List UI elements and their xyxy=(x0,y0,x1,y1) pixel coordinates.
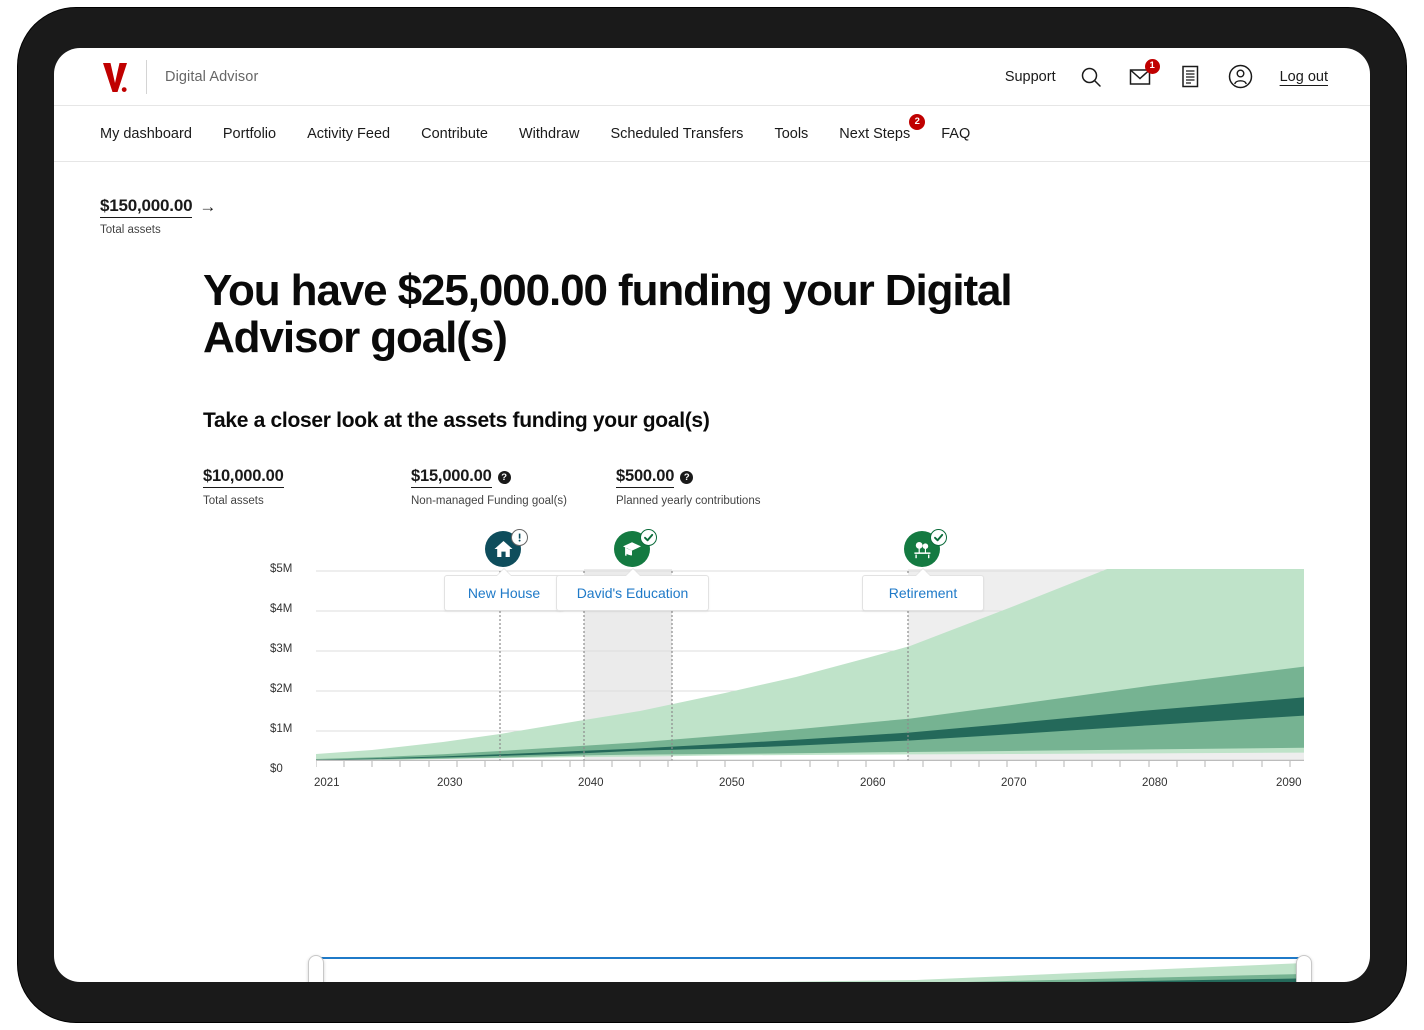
goal-icon-wrap[interactable] xyxy=(904,529,947,569)
nav-item-next-steps[interactable]: Next Steps 2 xyxy=(839,113,926,148)
nav-label: Withdraw xyxy=(519,125,580,142)
support-link[interactable]: Support xyxy=(1005,69,1056,85)
y-axis-tick-2m: $2M xyxy=(270,683,293,696)
nav-item-faq[interactable]: FAQ xyxy=(941,120,970,148)
nav-item-activity-feed[interactable]: Activity Feed xyxy=(307,120,390,148)
nav-label: Activity Feed xyxy=(307,125,391,142)
nav-label: FAQ xyxy=(941,125,971,142)
goal-label-retirement[interactable]: Retirement xyxy=(862,568,984,612)
help-icon[interactable]: ? xyxy=(680,471,694,485)
next-steps-badge: 2 xyxy=(909,113,926,130)
nav-label: My dashboard xyxy=(100,125,192,142)
tablet-bezel: Digital Advisor Support 1 Log out My das… xyxy=(18,8,1406,1022)
y-axis-tick-0: $0 xyxy=(270,763,283,776)
mail-badge: 1 xyxy=(1144,58,1160,74)
app-name: Digital Advisor xyxy=(165,68,259,85)
x-axis-tick-2040: 2040 xyxy=(578,777,604,790)
nav-label: Portfolio xyxy=(222,125,277,142)
year-range-slider[interactable]: 2021 2091 xyxy=(308,955,1312,982)
page-title: You have $25,000.00 funding your Digital… xyxy=(203,266,1013,362)
stat-planned-contributions: $500.00 ? Planned yearly contributions xyxy=(616,467,760,507)
stat-label: Non-managed Funding goal(s) xyxy=(411,495,567,508)
nav-label: Scheduled Transfers xyxy=(610,125,744,142)
nav-label: Tools xyxy=(774,125,809,142)
tablet-screen: Digital Advisor Support 1 Log out My das… xyxy=(54,48,1370,982)
search-icon[interactable] xyxy=(1076,62,1106,92)
nav-label: Contribute xyxy=(421,125,488,142)
nav-item-tools[interactable]: Tools xyxy=(774,120,808,148)
x-axis-tick-2021: 2021 xyxy=(314,777,340,790)
profile-icon[interactable] xyxy=(1226,62,1256,92)
main-nav: My dashboard Portfolio Activity Feed Con… xyxy=(54,106,1370,162)
x-axis-tick-2090: 2090 xyxy=(1276,777,1302,790)
y-axis-tick-5m: $5M xyxy=(270,563,293,576)
goal-marker-davids-education[interactable]: David's Education xyxy=(556,529,709,612)
x-axis-tick-2080: 2080 xyxy=(1142,777,1168,790)
arrow-right-icon: → xyxy=(199,197,217,216)
goal-label-davids-education[interactable]: David's Education xyxy=(556,568,709,612)
total-assets-summary[interactable]: $150,000.00 → Total assets xyxy=(100,196,1324,236)
stat-value[interactable]: $15,000.00 xyxy=(411,467,492,489)
projection-chart: $5M $4M $3M $2M $1M $0 2021 2030 2040 20… xyxy=(100,529,1324,941)
x-axis-ticks xyxy=(316,761,1291,768)
stat-label: Total assets xyxy=(203,495,264,508)
stat-value[interactable]: $500.00 xyxy=(616,467,674,489)
nav-item-contribute[interactable]: Contribute xyxy=(421,120,488,148)
total-assets-label: Total assets xyxy=(100,224,161,236)
nav-item-my-dashboard[interactable]: My dashboard xyxy=(100,120,192,148)
warning-badge-icon xyxy=(511,529,528,547)
x-axis-tick-2060: 2060 xyxy=(860,777,886,790)
x-axis-tick-2050: 2050 xyxy=(719,777,745,790)
total-assets-value[interactable]: $150,000.00 xyxy=(100,196,193,218)
header-actions: Support 1 Log out xyxy=(1005,58,1328,92)
stats-row: $10,000.00 Total assets $15,000.00 ? Non… xyxy=(203,467,1324,507)
goal-icon-wrap[interactable] xyxy=(485,529,528,569)
nav-item-portfolio[interactable]: Portfolio xyxy=(223,120,276,148)
y-axis-tick-3m: $3M xyxy=(270,643,293,656)
goal-marker-retirement[interactable]: Retirement xyxy=(862,529,984,612)
logout-link[interactable]: Log out xyxy=(1280,69,1328,85)
vanguard-logo-icon[interactable] xyxy=(100,61,130,93)
x-axis-tick-2070: 2070 xyxy=(1001,777,1027,790)
section-subheading: Take a closer look at the assets funding… xyxy=(203,409,710,433)
check-badge-icon xyxy=(930,529,947,547)
app-header: Digital Advisor Support 1 Log out xyxy=(54,48,1370,106)
x-axis-tick-2030: 2030 xyxy=(437,777,463,790)
range-handle-right[interactable] xyxy=(1296,955,1312,982)
goal-marker-new-house[interactable]: New House xyxy=(444,529,564,612)
stat-total-assets: $10,000.00 Total assets xyxy=(203,467,411,507)
range-slider-preview xyxy=(784,963,1304,982)
check-badge-icon xyxy=(639,529,657,547)
nav-label: Next Steps xyxy=(839,125,911,142)
y-axis-tick-4m: $4M xyxy=(270,603,293,616)
help-icon[interactable]: ? xyxy=(497,471,511,485)
goal-icon-wrap[interactable] xyxy=(613,529,657,569)
stat-value[interactable]: $10,000.00 xyxy=(203,467,284,489)
mail-icon[interactable]: 1 xyxy=(1126,58,1160,92)
header-divider xyxy=(146,59,147,94)
stat-non-managed-funding: $15,000.00 ? Non-managed Funding goal(s) xyxy=(411,467,616,507)
y-axis-tick-1m: $1M xyxy=(270,723,293,736)
nav-item-withdraw[interactable]: Withdraw xyxy=(519,120,579,148)
page-content: $150,000.00 → Total assets You have $25,0… xyxy=(54,196,1370,982)
nav-item-scheduled-transfers[interactable]: Scheduled Transfers xyxy=(610,120,743,148)
stat-label: Planned yearly contributions xyxy=(616,495,761,508)
range-handle-left[interactable] xyxy=(308,955,324,982)
goal-label-new-house[interactable]: New House xyxy=(444,568,564,612)
document-icon[interactable] xyxy=(1176,62,1206,92)
